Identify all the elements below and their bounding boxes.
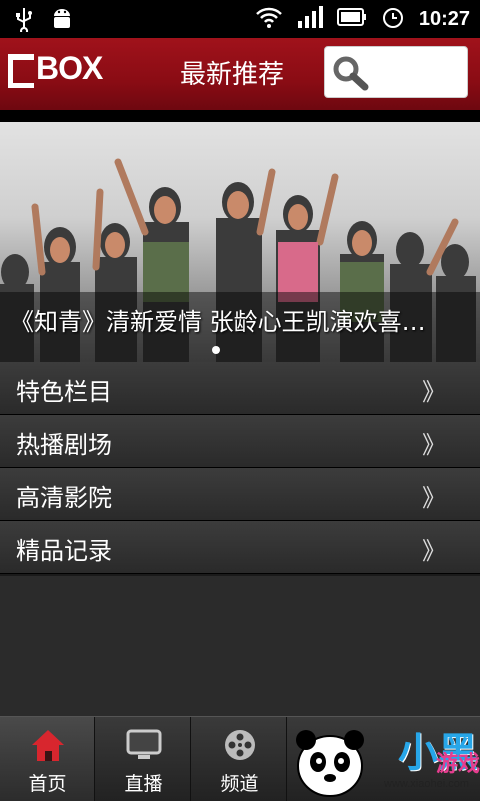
chevron-right-icon: 》 — [422, 537, 446, 565]
menu-item-hd-cinema[interactable]: 高清影院 》 — [0, 468, 480, 521]
banner-caption: 《知青》清新爱情 张龄心王凯演欢喜… — [10, 308, 426, 336]
clock-time: 10:27 — [418, 7, 470, 30]
search-icon — [333, 56, 369, 91]
site-watermark: 小黑 游戏 www.xiaohei.com — [288, 718, 480, 800]
category-menu: 特色栏目 》 热播剧场 》 高清影院 》 精品记录 》 — [0, 362, 480, 574]
status-bar: 10:27 — [0, 0, 480, 38]
android-debug-icon — [50, 6, 74, 36]
alarm-icon — [381, 5, 405, 33]
page-title: 最新推荐 — [180, 60, 285, 90]
chevron-right-icon: 》 — [422, 378, 446, 406]
app-header: BOX 最新推荐 — [0, 38, 480, 110]
tab-home[interactable]: 首页 — [0, 717, 95, 801]
signal-icon — [297, 4, 323, 34]
wifi-icon — [255, 5, 283, 33]
tab-label: 直播 — [124, 773, 163, 795]
app-logo[interactable]: BOX — [8, 50, 103, 88]
tv-icon — [126, 729, 161, 759]
menu-item-label: 特色栏目 — [16, 378, 112, 406]
tab-live[interactable]: 直播 — [96, 717, 191, 801]
tab-label: 首页 — [28, 773, 67, 795]
battery-icon — [336, 7, 367, 31]
header-divider — [0, 110, 480, 122]
film-reel-icon — [224, 730, 255, 760]
home-icon — [31, 730, 64, 761]
logo-text: BOX — [36, 50, 103, 86]
menu-item-label: 精品记录 — [16, 537, 112, 565]
tab-channel[interactable]: 频道 — [192, 717, 287, 801]
featured-banner[interactable]: 《知青》清新爱情 张龄心王凯演欢喜… — [0, 122, 480, 362]
chevron-right-icon: 》 — [422, 484, 446, 512]
search-button[interactable] — [324, 46, 468, 98]
chevron-right-icon: 》 — [422, 431, 446, 459]
logo-c-mark — [8, 53, 34, 88]
menu-item-featured-columns[interactable]: 特色栏目 》 — [0, 362, 480, 415]
menu-item-hot-drama[interactable]: 热播剧场 》 — [0, 415, 480, 468]
content-background — [0, 576, 480, 716]
usb-icon — [14, 6, 34, 36]
watermark-text-secondary: 游戏 — [436, 752, 480, 777]
tab-label: 频道 — [220, 773, 259, 795]
panda-icon — [296, 730, 364, 797]
menu-item-label: 高清影院 — [16, 484, 112, 512]
watermark-url: www.xiaohei.com — [384, 778, 469, 790]
carousel-indicator-dot — [212, 346, 220, 354]
menu-item-documentary[interactable]: 精品记录 》 — [0, 521, 480, 574]
menu-item-label: 热播剧场 — [16, 431, 112, 459]
